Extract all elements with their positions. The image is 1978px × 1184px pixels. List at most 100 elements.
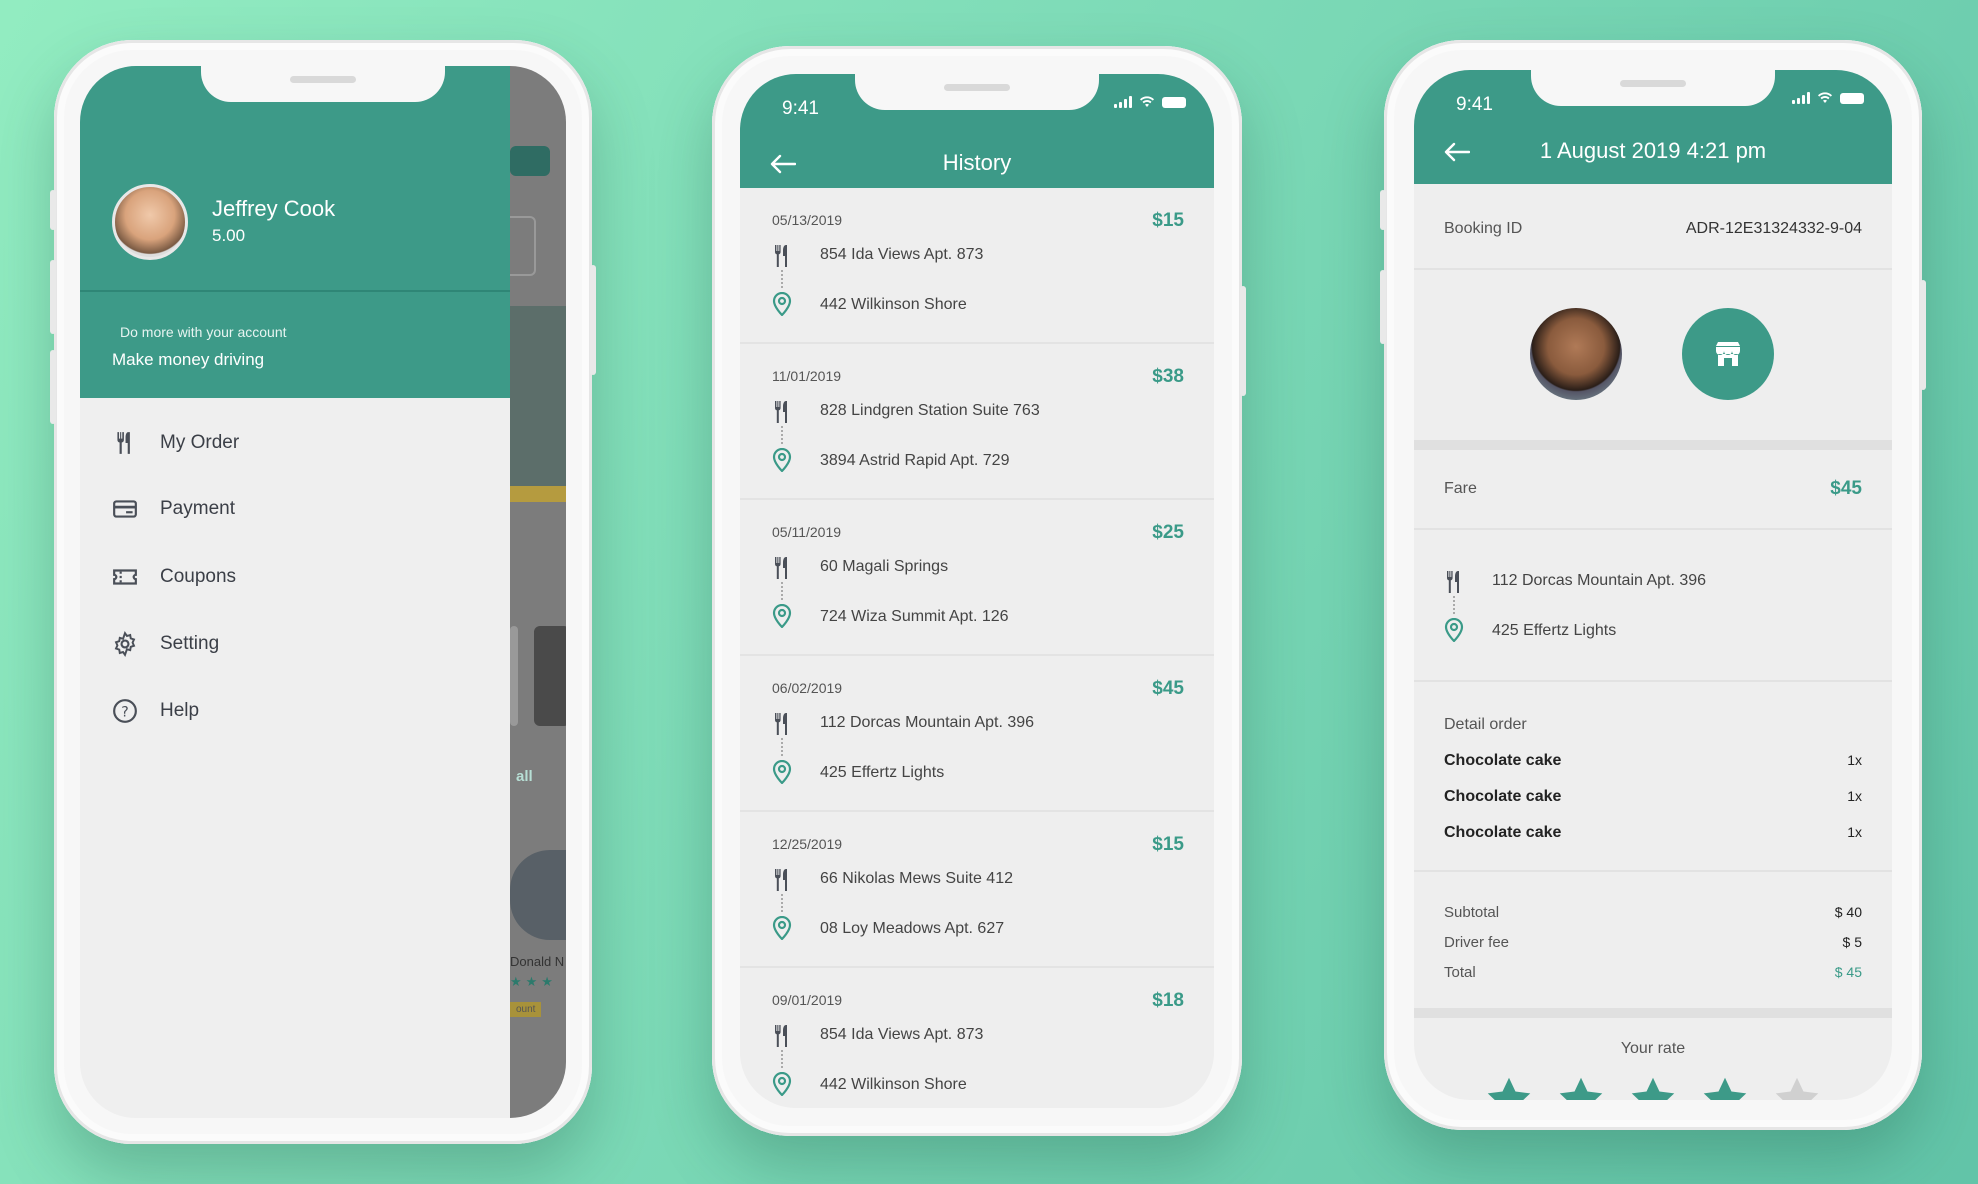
history-item[interactable]: 05/13/2019 $15 854 Ida Views Apt. 873 44… <box>740 188 1214 344</box>
pickup-address: 854 Ida Views Apt. 873 <box>820 1026 984 1043</box>
menu-item-my-order[interactable]: My Order <box>112 430 239 456</box>
wifi-icon <box>1140 96 1154 107</box>
order-item: Chocolate cake 1x <box>1444 824 1862 842</box>
order-item-name: Chocolate cake <box>1444 788 1562 805</box>
history-date: 06/02/2019 <box>772 680 843 696</box>
dropoff-address: 425 Effertz Lights <box>1492 622 1617 639</box>
history-date: 11/01/2019 <box>772 368 842 384</box>
star-filled-icon[interactable] <box>1699 1074 1751 1100</box>
total-row: Total $ 45 <box>1444 964 1862 981</box>
drawer-screen: all Donald N ★★★ ount Jeffrey Cook 5.00 … <box>80 66 566 1118</box>
behind-link: all <box>516 768 533 785</box>
menu-item-coupons[interactable]: Coupons <box>112 564 236 590</box>
subtotal-value: $ 40 <box>1834 904 1862 920</box>
pickup-address: 60 Magali Springs <box>820 558 949 575</box>
fork-knife-icon <box>775 245 787 267</box>
dropoff-address: 425 Effertz Lights <box>820 764 945 781</box>
fork-knife-icon <box>775 713 787 735</box>
behind-badge: ount <box>510 1002 542 1017</box>
battery-icon <box>1840 93 1864 104</box>
booking-label: Booking ID <box>1444 220 1523 237</box>
store-icon <box>1716 342 1740 366</box>
history-date: 05/13/2019 <box>772 212 843 228</box>
dropoff-address: 724 Wiza Summit Apt. 126 <box>820 608 1009 625</box>
svg-text:?: ? <box>121 704 128 720</box>
star-filled-icon[interactable] <box>1483 1074 1535 1100</box>
menu-item-setting[interactable]: Setting <box>112 631 219 657</box>
dropoff-address: 442 Wilkinson Shore <box>820 296 967 313</box>
fork-knife-icon <box>775 869 787 891</box>
order-item: Chocolate cake 1x <box>1444 752 1862 770</box>
status-time: 9:41 <box>1456 94 1493 115</box>
phone-drawer: all Donald N ★★★ ount Jeffrey Cook 5.00 … <box>50 40 596 1144</box>
behind-name: Donald N <box>510 954 565 969</box>
store-button[interactable] <box>1682 308 1774 400</box>
location-pin-icon <box>1444 618 1464 642</box>
page-title: History <box>942 150 1012 175</box>
location-pin-icon <box>772 760 792 784</box>
phone-history: 9:41 History 05/13/2019 $15 854 Ida View… <box>712 46 1246 1136</box>
detail-body: Booking ID ADR-12E31324332-9-04 Fare $45… <box>1414 184 1892 1100</box>
user-name: Jeffrey Cook <box>212 196 336 221</box>
total-label: Total <box>1444 964 1476 981</box>
driver-avatar[interactable] <box>1530 308 1622 400</box>
history-item[interactable]: 06/02/2019 $45 112 Dorcas Mountain Apt. … <box>740 656 1214 812</box>
user-avatar[interactable] <box>112 184 188 260</box>
credit-card-icon <box>113 500 137 518</box>
driver-fee-row: Driver fee $ 5 <box>1444 934 1862 951</box>
history-price: $38 <box>1152 366 1184 387</box>
fare-label: Fare <box>1444 480 1477 497</box>
booking-id: ADR-12E31324332-9-04 <box>1685 220 1862 237</box>
drawer-menu: My Order Payment Coupons Setting ? Help <box>80 398 510 1118</box>
menu-item-help[interactable]: ? Help <box>112 698 199 724</box>
pickup-address: 112 Dorcas Mountain Apt. 396 <box>820 714 1035 731</box>
dropoff-address: 08 Loy Meadows Apt. 627 <box>820 920 1005 937</box>
battery-icon <box>1162 97 1186 108</box>
menu-item-label: Payment <box>160 498 235 519</box>
driver-fee-value: $ 5 <box>1842 934 1862 950</box>
history-price: $18 <box>1152 990 1184 1011</box>
subtotal-row: Subtotal $ 40 <box>1444 904 1862 921</box>
order-item-qty: 1x <box>1847 752 1862 768</box>
dropoff-address: 3894 Astrid Rapid Apt. 729 <box>820 452 1010 469</box>
history-price: $45 <box>1152 678 1184 699</box>
pickup-address: 828 Lindgren Station Suite 763 <box>820 402 1040 419</box>
user-rating: 5.00 <box>212 226 246 245</box>
rating-stars[interactable] <box>1414 1074 1892 1100</box>
star-filled-icon[interactable] <box>1555 1074 1607 1100</box>
subtotal-label: Subtotal <box>1444 904 1500 921</box>
detail-order-label: Detail order <box>1444 716 1527 733</box>
history-item[interactable]: 12/25/2019 $15 66 Nikolas Mews Suite 412… <box>740 812 1214 968</box>
star-filled-icon[interactable] <box>1627 1074 1679 1100</box>
order-item: Chocolate cake 1x <box>1444 788 1862 806</box>
notch <box>201 66 445 102</box>
booking-row: Booking ID ADR-12E31324332-9-04 <box>1444 220 1862 238</box>
order-item-name: Chocolate cake <box>1444 824 1562 841</box>
notch <box>1531 70 1775 106</box>
history-item[interactable]: 09/01/2019 $18 854 Ida Views Apt. 873 44… <box>740 968 1214 1108</box>
promo-link[interactable]: Make money driving <box>112 350 264 370</box>
menu-item-payment[interactable]: Payment <box>112 496 235 522</box>
history-price: $15 <box>1152 210 1184 231</box>
history-item[interactable]: 05/11/2019 $25 60 Magali Springs 724 Wiz… <box>740 500 1214 656</box>
fork-knife-icon <box>775 401 787 423</box>
background-page-overlay[interactable]: all Donald N ★★★ ount <box>510 66 566 1118</box>
detail-screen: 9:41 1 August 2019 4:21 pm Booking ID AD… <box>1414 70 1892 1100</box>
header-divider <box>80 290 510 292</box>
pickup-address: 112 Dorcas Mountain Apt. 396 <box>1492 572 1707 589</box>
history-price: $15 <box>1152 834 1184 855</box>
history-price: $25 <box>1152 522 1184 543</box>
signal-icon <box>1114 96 1132 108</box>
menu-item-label: My Order <box>160 432 240 453</box>
history-date: 05/11/2019 <box>772 524 842 540</box>
order-item-name: Chocolate cake <box>1444 752 1562 769</box>
fork-knife-icon <box>117 432 130 454</box>
history-item[interactable]: 11/01/2019 $38 828 Lindgren Station Suit… <box>740 344 1214 500</box>
dropoff-address: 442 Wilkinson Shore <box>820 1076 967 1093</box>
coupon-icon <box>113 569 137 585</box>
menu-item-label: Setting <box>160 633 220 654</box>
page-title: 1 August 2019 4:21 pm <box>1539 138 1767 163</box>
phone-detail: 9:41 1 August 2019 4:21 pm Booking ID AD… <box>1380 40 1926 1130</box>
notch <box>855 74 1099 110</box>
star-empty-icon[interactable] <box>1771 1074 1823 1100</box>
